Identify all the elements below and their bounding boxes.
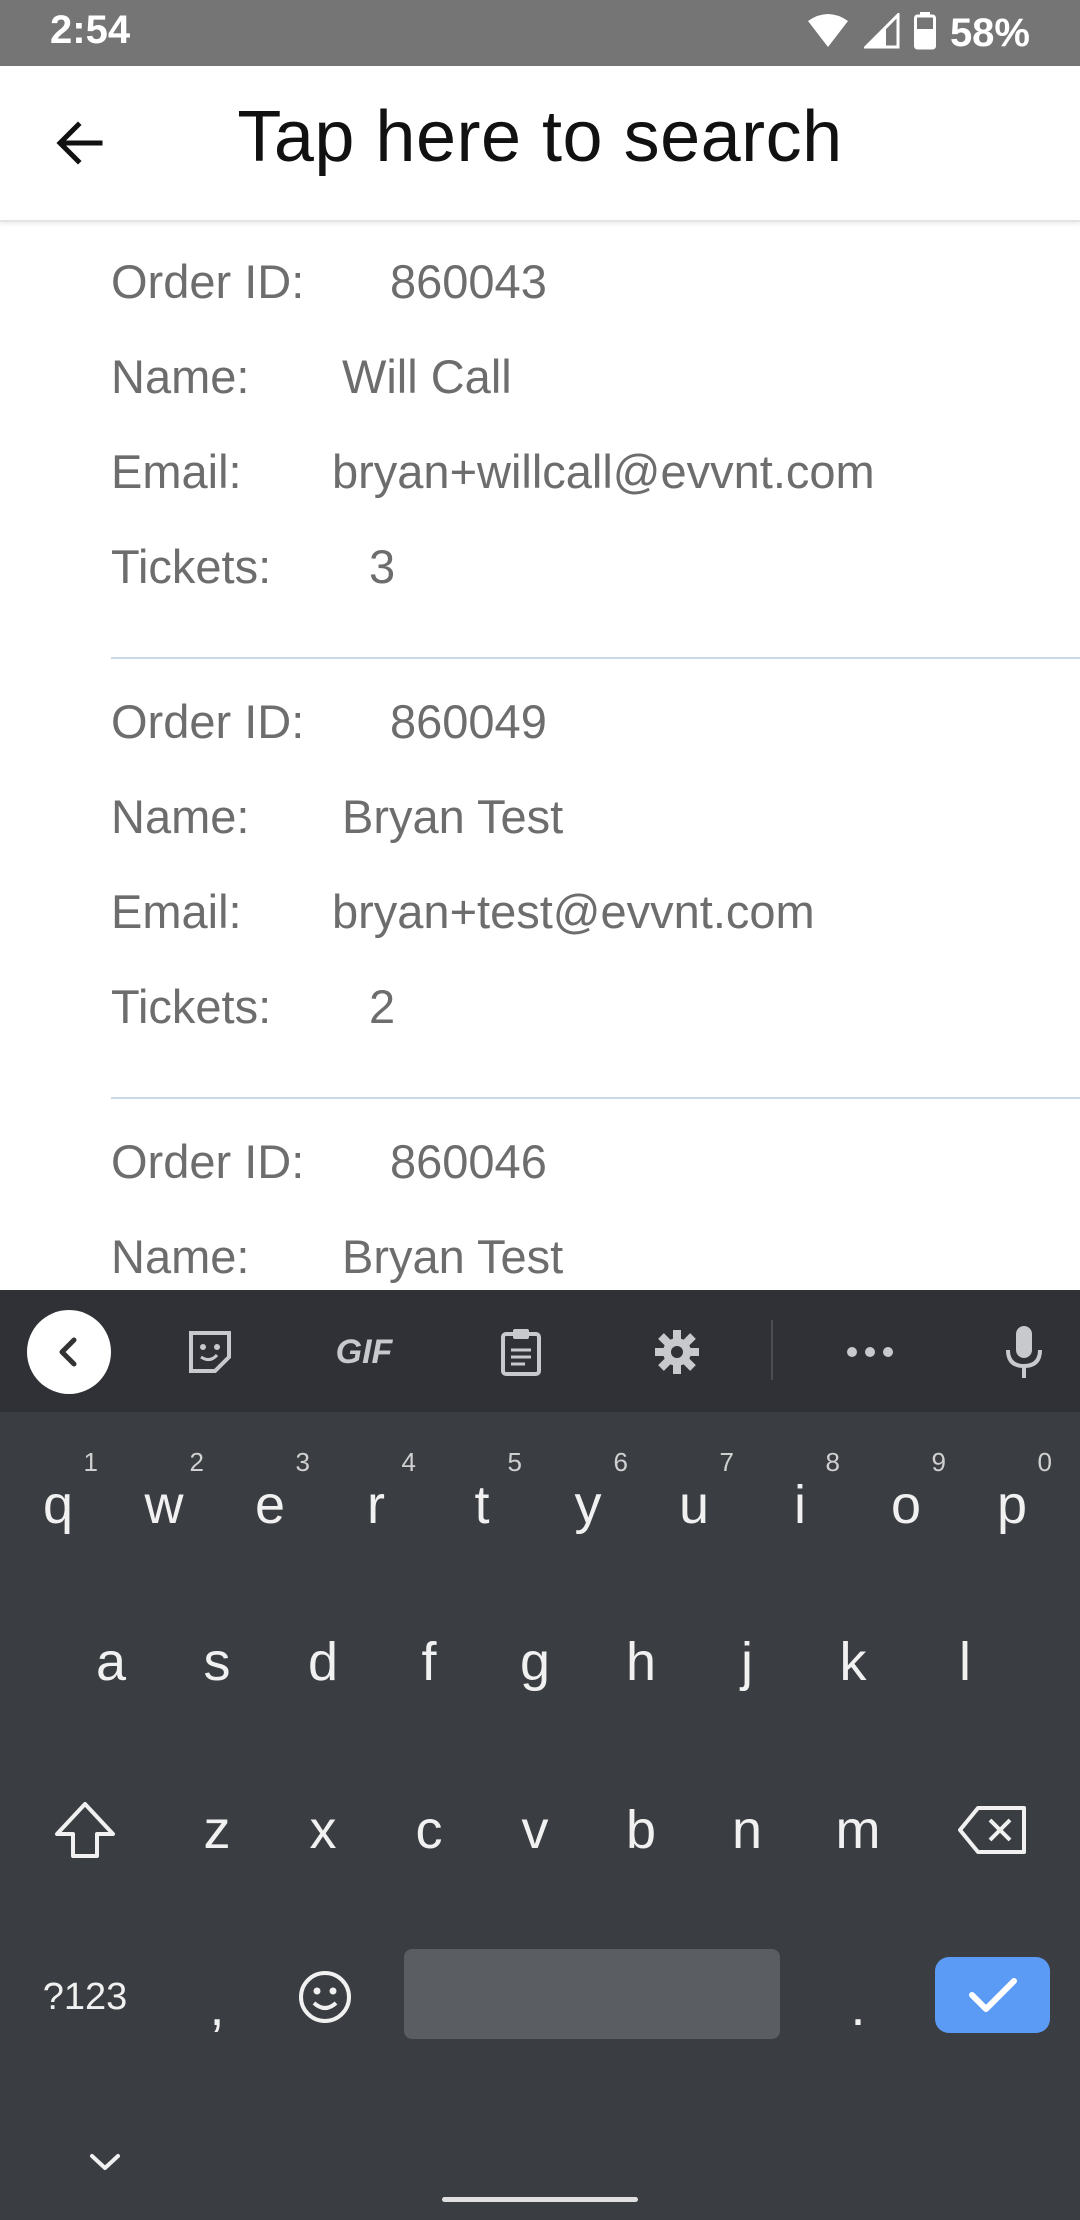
checkmark-icon [968,1978,1017,2012]
keyboard-toolbar: GIF [0,1290,1080,1412]
battery-icon [913,11,936,55]
symbols-key[interactable]: ?123 [35,1937,135,2057]
more-icon [847,1347,893,1357]
key-p[interactable]: p0 [962,1445,1062,1565]
key-d[interactable]: d [273,1602,373,1722]
key-v[interactable]: v [485,1770,585,1890]
key-k[interactable]: k [803,1602,903,1722]
clipboard-icon [501,1329,541,1376]
settings-button[interactable] [635,1310,719,1394]
clipboard-button[interactable] [479,1310,563,1394]
key-s[interactable]: s [167,1602,267,1722]
divider [111,657,1080,659]
key-l[interactable]: l [915,1602,1015,1722]
email-label: Email: [111,445,242,498]
shift-icon [55,1802,115,1858]
hide-keyboard-button[interactable] [70,2132,140,2192]
battery-percent: 58% [949,10,1030,55]
orders-list: Order ID: 860043 Name: Will Call Email: … [0,222,1080,1290]
space-key[interactable] [404,1949,780,2039]
period-key[interactable]: . [808,1947,908,2067]
email-value: bryan+willcall@evvnt.com [332,445,875,498]
name-value: Bryan Test [342,790,564,843]
emoji-key[interactable] [275,1937,375,2057]
key-o[interactable]: o9 [856,1445,956,1565]
status-icons: 58% [806,8,1030,58]
navigation-handle[interactable] [442,2197,638,2202]
search-field[interactable]: Tap here to search [0,96,1080,178]
chevron-down-icon [90,2154,120,2170]
key-j[interactable]: j [697,1602,797,1722]
name-label: Name: [111,1230,250,1283]
key-t[interactable]: t5 [432,1445,532,1565]
order-id-label: Order ID: [111,695,305,748]
chevron-left-icon [59,1337,77,1367]
sticker-button[interactable] [168,1310,252,1394]
key-b[interactable]: b [591,1770,691,1890]
order-id-value: 860043 [390,255,547,308]
gear-icon [655,1330,699,1374]
key-z[interactable]: z [167,1770,267,1890]
order-id-value: 860046 [390,1135,547,1188]
voice-input-button[interactable] [982,1310,1066,1394]
name-label: Name: [111,790,250,843]
key-i[interactable]: i8 [750,1445,850,1565]
order-item[interactable]: Order ID: 860049 Name: Bryan Test Email:… [0,662,1080,1102]
emoji-icon [299,1971,351,2023]
key-f[interactable]: f [379,1602,479,1722]
key-n[interactable]: n [697,1770,797,1890]
order-item[interactable]: Order ID: 860043 Name: Will Call Email: … [0,222,1080,662]
order-id-value: 860049 [390,695,547,748]
status-bar: 2:54 58% [0,0,1080,66]
keyboard: q1 w2 e3 r4 t5 y6 u7 i8 o9 p0 a s d f g … [0,1412,1080,2220]
email-value: bryan+test@evvnt.com [332,885,815,938]
tickets-value: 2 [369,980,396,1033]
sticker-icon [189,1331,231,1373]
key-x[interactable]: x [273,1770,373,1890]
tickets-label: Tickets: [111,540,272,593]
name-value: Will Call [342,350,512,403]
comma-key[interactable]: , [167,1947,267,2067]
key-q[interactable]: q1 [8,1445,108,1565]
order-id-label: Order ID: [111,255,305,308]
key-r[interactable]: r4 [326,1445,426,1565]
order-id-label: Order ID: [111,1135,305,1188]
order-item[interactable]: Order ID: 860046 Name: Bryan Test [0,1102,1080,1290]
tickets-value: 3 [369,540,396,593]
more-button[interactable] [828,1310,912,1394]
tickets-label: Tickets: [111,980,272,1033]
wifi-icon [806,13,850,54]
gif-button[interactable]: GIF [322,1310,406,1394]
key-w[interactable]: w2 [114,1445,214,1565]
shift-key[interactable] [35,1770,135,1890]
backspace-key[interactable] [942,1770,1042,1890]
gif-icon: GIF [335,1332,393,1371]
keyboard-back-button[interactable] [27,1310,111,1394]
cellular-signal-icon [862,10,900,54]
email-label: Email: [111,885,242,938]
enter-key[interactable] [935,1957,1050,2033]
name-value: Bryan Test [342,1230,564,1283]
key-e[interactable]: e3 [220,1445,320,1565]
status-time: 2:54 [50,8,131,52]
key-y[interactable]: y6 [538,1445,638,1565]
key-m[interactable]: m [808,1770,908,1890]
divider [111,1097,1080,1099]
backspace-icon [958,1806,1026,1854]
app-bar: Tap here to search [0,66,1080,222]
toolbar-separator [771,1320,773,1380]
key-c[interactable]: c [379,1770,479,1890]
microphone-icon [1006,1326,1042,1378]
name-label: Name: [111,350,250,403]
key-u[interactable]: u7 [644,1445,744,1565]
key-h[interactable]: h [591,1602,691,1722]
key-g[interactable]: g [485,1602,585,1722]
key-a[interactable]: a [61,1602,161,1722]
